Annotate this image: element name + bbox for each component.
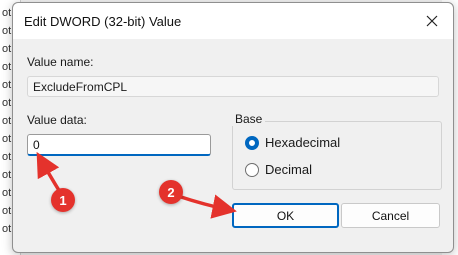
base-label: Base	[232, 112, 266, 126]
background-text: ot	[2, 25, 12, 37]
background-text: ot	[2, 43, 12, 55]
background-text: ot	[2, 97, 12, 109]
background-text: ot	[2, 7, 12, 19]
background-text: ot	[2, 205, 12, 217]
hexadecimal-label: Hexadecimal	[265, 135, 341, 150]
step-1-badge: 1	[51, 188, 75, 212]
close-icon	[426, 15, 438, 27]
value-data-input[interactable]	[27, 134, 211, 156]
background-text: ot	[2, 133, 12, 145]
decimal-radio[interactable]: Decimal	[245, 162, 312, 177]
cancel-button[interactable]: Cancel	[341, 203, 440, 228]
value-name-label: Value name:	[27, 55, 94, 69]
dialog-titlebar: Edit DWORD (32-bit) Value	[13, 3, 453, 39]
background-text: ot	[2, 61, 12, 73]
background-text: ot	[2, 169, 12, 181]
radio-checked-icon	[245, 135, 259, 150]
decimal-label: Decimal	[265, 162, 312, 177]
ok-button[interactable]: OK	[232, 203, 339, 228]
background-text: ot	[2, 187, 12, 199]
value-data-label: Value data:	[27, 113, 87, 127]
base-group	[232, 121, 442, 190]
background-text: ot	[2, 151, 12, 163]
hexadecimal-radio[interactable]: Hexadecimal	[245, 135, 340, 150]
edit-dword-dialog: Edit DWORD (32-bit) Value Value name: Ex…	[12, 2, 454, 253]
background-text: ot	[2, 115, 12, 127]
background-text: ot	[2, 223, 12, 235]
close-button[interactable]	[419, 9, 445, 33]
value-name-field: ExcludeFromCPL	[27, 76, 439, 97]
background-text: ot	[2, 79, 12, 91]
radio-unchecked-icon	[245, 162, 259, 177]
step-2-badge: 2	[159, 180, 183, 204]
dialog-title: Edit DWORD (32-bit) Value	[24, 14, 182, 29]
